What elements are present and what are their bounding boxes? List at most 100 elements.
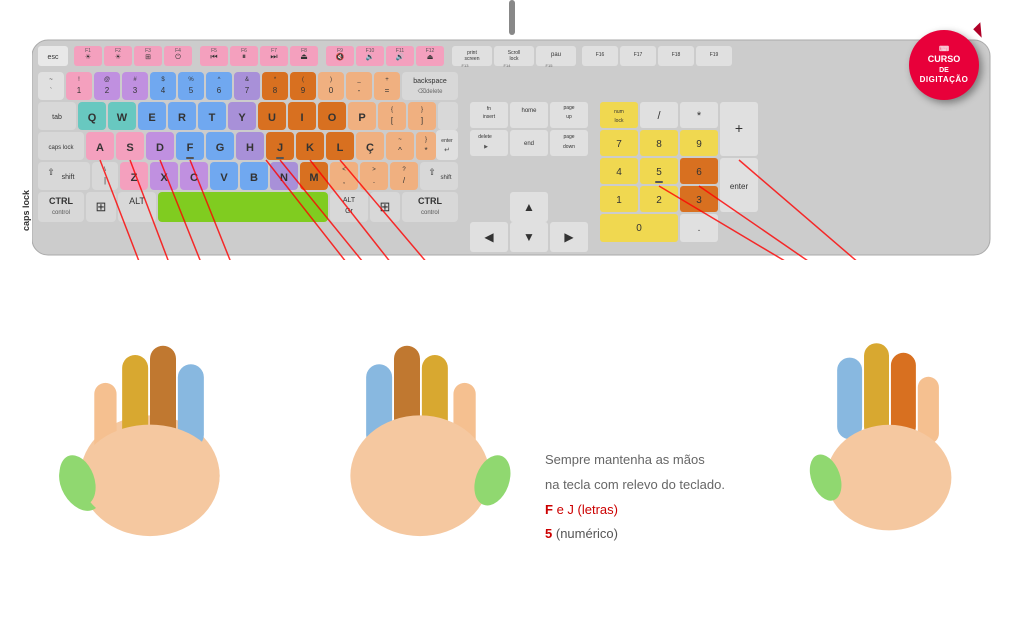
svg-text:G: G — [216, 142, 225, 154]
svg-text:^: ^ — [398, 146, 402, 155]
svg-text:M: M — [309, 172, 318, 184]
svg-text:shift: shift — [440, 175, 451, 181]
svg-text:D: D — [156, 142, 164, 154]
svg-text:⇧: ⇧ — [428, 167, 436, 177]
svg-text:⏻: ⏻ — [175, 53, 181, 61]
badge-text-digitacao: DIGITAÇÃO — [920, 75, 969, 85]
svg-text:F19: F19 — [710, 52, 719, 58]
svg-text:+: + — [735, 120, 743, 136]
svg-text:↵: ↵ — [444, 147, 450, 154]
svg-text:fn: fn — [487, 106, 491, 112]
svg-text:R: R — [178, 112, 186, 124]
svg-text:I: I — [300, 112, 303, 124]
svg-text:F10: F10 — [366, 48, 375, 54]
svg-text:lock: lock — [510, 56, 519, 62]
svg-text:3: 3 — [133, 86, 138, 95]
svg-text:S: S — [126, 142, 133, 154]
svg-text:V: V — [220, 172, 228, 184]
svg-text:F14: F14 — [504, 63, 512, 68]
keyboard-cable — [509, 0, 515, 35]
right-hand-svg — [320, 290, 520, 550]
caps-lock-label: caps lock — [21, 190, 31, 231]
svg-text:@: @ — [104, 77, 110, 83]
svg-text:4: 4 — [616, 167, 622, 178]
svg-text:⊞: ⊞ — [380, 199, 391, 214]
svg-text:{: { — [391, 107, 393, 113]
svg-text:ALT: ALT — [129, 196, 145, 206]
highlight-5: 5 — [545, 526, 552, 541]
svg-text:F17: F17 — [634, 52, 643, 58]
svg-text:%: % — [188, 77, 194, 83]
svg-text:*: * — [697, 110, 702, 122]
svg-text:screen: screen — [464, 56, 479, 62]
badge-text-curso: CURSO — [928, 54, 961, 66]
svg-text:W: W — [117, 112, 128, 124]
svg-text:F2: F2 — [115, 48, 121, 54]
svg-text:🔉: 🔉 — [366, 53, 375, 61]
svg-text:F15: F15 — [546, 63, 554, 68]
svg-text:J: J — [277, 142, 283, 154]
svg-text:⊞: ⊞ — [96, 199, 107, 214]
svg-text:~: ~ — [398, 137, 402, 143]
svg-text:7: 7 — [245, 86, 250, 95]
svg-text:9: 9 — [696, 139, 702, 150]
course-badge: ⌨ CURSO DE DIGITAÇÃO — [909, 30, 989, 110]
svg-text:5: 5 — [656, 167, 662, 178]
svg-text:F18: F18 — [672, 52, 681, 58]
instruction-and-j: e J (letras) — [557, 502, 618, 517]
svg-text:A: A — [96, 142, 104, 154]
svg-text:]: ] — [421, 116, 423, 125]
svg-text:8: 8 — [656, 139, 662, 150]
svg-text:P: P — [358, 112, 365, 124]
svg-text:-: - — [358, 86, 361, 95]
svg-text:E: E — [148, 112, 155, 124]
svg-text:F1: F1 — [85, 48, 91, 54]
svg-text:|: | — [104, 176, 106, 185]
svg-text:backspace: backspace — [413, 78, 447, 85]
badge-circle: ⌨ CURSO DE DIGITAÇÃO — [909, 30, 979, 100]
svg-text:F5: F5 — [211, 48, 217, 54]
svg-text:.: . — [373, 176, 375, 185]
highlight-f: F — [545, 502, 553, 517]
svg-text:,: , — [343, 176, 345, 185]
svg-text:ALT: ALT — [343, 197, 356, 204]
svg-text:6: 6 — [217, 86, 222, 95]
svg-text:▲: ▲ — [523, 200, 535, 214]
svg-text:F7: F7 — [271, 48, 277, 54]
svg-text:down: down — [563, 144, 575, 150]
svg-text:4: 4 — [161, 86, 166, 95]
svg-text:enter: enter — [441, 138, 453, 144]
svg-text:lock: lock — [615, 118, 624, 124]
svg-text:0: 0 — [329, 86, 334, 95]
svg-text:F12: F12 — [426, 48, 435, 54]
svg-text:delete: delete — [478, 134, 492, 140]
svg-text:K: K — [306, 142, 314, 154]
svg-text:caps lock: caps lock — [48, 145, 74, 151]
instruction-line3: F e J (letras) — [545, 498, 725, 523]
svg-text:B: B — [250, 172, 258, 184]
svg-text:F11: F11 — [396, 48, 404, 54]
instruction-line2: na tecla com relevo do teclado. — [545, 473, 725, 498]
svg-text:F16: F16 — [596, 52, 605, 58]
svg-text:page: page — [563, 134, 574, 140]
svg-text:+: + — [385, 77, 389, 83]
svg-text:CTRL: CTRL — [49, 196, 73, 206]
svg-text:<: < — [342, 167, 346, 173]
svg-text:tab: tab — [52, 114, 62, 121]
left-hand-svg — [50, 290, 250, 550]
keyboard-svg: esc ☀F1 ☀F2 ⊞F3 ⏻F4 ⏮F5 ⏸F6 ⏭F7 ⏏F8 🔇F9 … — [32, 30, 992, 260]
svg-text:7: 7 — [616, 139, 622, 150]
svg-text:1: 1 — [616, 195, 622, 206]
svg-text:control: control — [421, 210, 439, 216]
svg-text:F9: F9 — [337, 48, 343, 54]
svg-text:control: control — [52, 210, 70, 216]
svg-text:shift: shift — [62, 174, 75, 181]
svg-text:2: 2 — [105, 86, 110, 95]
svg-text:.: . — [698, 223, 701, 234]
svg-text:9: 9 — [301, 86, 306, 95]
svg-text:O: O — [328, 112, 337, 124]
badge-text-de: DE — [939, 66, 949, 75]
svg-text:>: > — [372, 167, 376, 173]
svg-text:&: & — [245, 77, 249, 83]
svg-text:esc: esc — [48, 54, 59, 61]
